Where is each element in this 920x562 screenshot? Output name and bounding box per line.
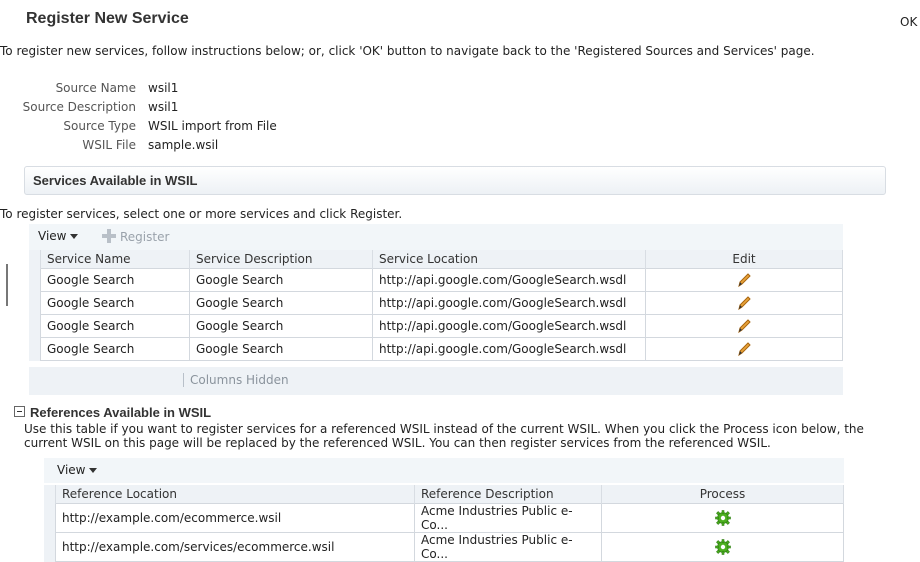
- column-header-process[interactable]: Process: [601, 485, 844, 504]
- column-header-reference-description[interactable]: Reference Description: [414, 485, 602, 504]
- process-cell: [601, 532, 844, 562]
- row-selector[interactable]: [29, 291, 41, 315]
- edit-cell: [645, 291, 843, 315]
- services-section-header: Services Available in WSIL: [24, 166, 886, 195]
- columns-hidden-link[interactable]: Columns Hidden: [183, 373, 289, 387]
- service-location-cell: http://api.google.com/GoogleSearch.wsdl: [372, 291, 646, 315]
- table-row[interactable]: Google Search Google Search http://api.g…: [29, 314, 843, 338]
- table-row[interactable]: Google Search Google Search http://api.g…: [29, 337, 843, 361]
- service-name-cell: Google Search: [40, 314, 190, 338]
- table-row[interactable]: Google Search Google Search http://api.g…: [29, 291, 843, 315]
- column-header-service-location[interactable]: Service Location: [372, 250, 646, 269]
- pencil-icon[interactable]: [735, 317, 753, 335]
- process-cell: [601, 503, 844, 533]
- reference-description-cell: Acme Industries Public e-Co...: [414, 532, 602, 562]
- row-header-spacer: [44, 485, 56, 504]
- register-button[interactable]: Register: [102, 229, 169, 244]
- service-description-cell: Google Search: [189, 337, 373, 361]
- services-table-header: Service Name Service Description Service…: [29, 250, 843, 269]
- services-section-title: Services Available in WSIL: [33, 173, 198, 188]
- page-instructions: To register new services, follow instruc…: [0, 44, 815, 58]
- service-name-cell: Google Search: [40, 337, 190, 361]
- wsil-file-label: WSIL File: [82, 138, 136, 152]
- column-header-reference-location[interactable]: Reference Location: [55, 485, 415, 504]
- reference-location-cell: http://example.com/ecommerce.wsil: [55, 503, 415, 533]
- ok-button[interactable]: OK: [900, 15, 917, 29]
- row-selector[interactable]: [29, 337, 41, 361]
- register-label: Register: [120, 230, 170, 244]
- references-section-title[interactable]: References Available in WSIL: [14, 405, 211, 420]
- row-selector[interactable]: [44, 532, 56, 562]
- services-table-footer: Columns Hidden: [29, 367, 843, 395]
- column-header-service-name[interactable]: Service Name: [40, 250, 190, 269]
- splitter-handle[interactable]: [6, 264, 8, 306]
- service-name-cell: Google Search: [40, 291, 190, 315]
- row-selector[interactable]: [44, 503, 56, 533]
- table-row[interactable]: http://example.com/services/ecommerce.ws…: [44, 532, 844, 562]
- source-description-label: Source Description: [22, 100, 136, 114]
- row-header-spacer: [29, 250, 41, 269]
- view-menu-label: View: [57, 463, 86, 477]
- column-header-edit[interactable]: Edit: [645, 250, 843, 269]
- references-toolbar: View: [44, 458, 844, 483]
- service-location-cell: http://api.google.com/GoogleSearch.wsdl: [372, 337, 646, 361]
- service-description-cell: Google Search: [189, 268, 373, 292]
- edit-cell: [645, 268, 843, 292]
- references-table-header: Reference Location Reference Description…: [44, 485, 844, 504]
- source-name-value: wsil1: [148, 81, 179, 95]
- column-header-service-description[interactable]: Service Description: [189, 250, 373, 269]
- service-description-cell: Google Search: [189, 291, 373, 315]
- services-instructions: To register services, select one or more…: [0, 207, 403, 221]
- table-row[interactable]: Google Search Google Search http://api.g…: [29, 268, 843, 292]
- references-view-menu[interactable]: View: [57, 463, 98, 477]
- view-menu-label: View: [38, 229, 67, 243]
- source-description-value: wsil1: [148, 100, 179, 114]
- service-location-cell: http://api.google.com/GoogleSearch.wsdl: [372, 268, 646, 292]
- services-toolbar: View Register: [29, 224, 843, 250]
- service-location-cell: http://api.google.com/GoogleSearch.wsdl: [372, 314, 646, 338]
- references-title-text: References Available in WSIL: [30, 405, 212, 420]
- wsil-file-value: sample.wsil: [148, 138, 219, 152]
- row-selector[interactable]: [29, 268, 41, 292]
- chevron-down-icon: [70, 234, 79, 239]
- chevron-down-icon: [89, 468, 98, 473]
- references-table: Reference Location Reference Description…: [44, 485, 844, 562]
- pencil-icon[interactable]: [735, 294, 753, 312]
- gear-icon[interactable]: [714, 509, 732, 527]
- source-type-value: WSIL import from File: [148, 119, 277, 133]
- services-view-menu[interactable]: View: [38, 229, 79, 243]
- pencil-icon[interactable]: [735, 271, 753, 289]
- reference-description-cell: Acme Industries Public e-Co...: [414, 503, 602, 533]
- row-selector[interactable]: [29, 314, 41, 338]
- source-name-label: Source Name: [55, 81, 136, 95]
- collapse-icon[interactable]: [14, 406, 25, 417]
- service-name-cell: Google Search: [40, 268, 190, 292]
- edit-cell: [645, 314, 843, 338]
- page-title: Register New Service: [26, 10, 189, 27]
- reference-location-cell: http://example.com/services/ecommerce.ws…: [55, 532, 415, 562]
- edit-cell: [645, 337, 843, 361]
- source-type-label: Source Type: [63, 119, 136, 133]
- pencil-icon[interactable]: [735, 340, 753, 358]
- service-description-cell: Google Search: [189, 314, 373, 338]
- add-icon: [102, 229, 116, 243]
- services-table: Service Name Service Description Service…: [29, 250, 843, 361]
- references-description: Use this table if you want to register s…: [24, 422, 864, 450]
- gear-icon[interactable]: [714, 538, 732, 556]
- table-row[interactable]: http://example.com/ecommerce.wsil Acme I…: [44, 503, 844, 533]
